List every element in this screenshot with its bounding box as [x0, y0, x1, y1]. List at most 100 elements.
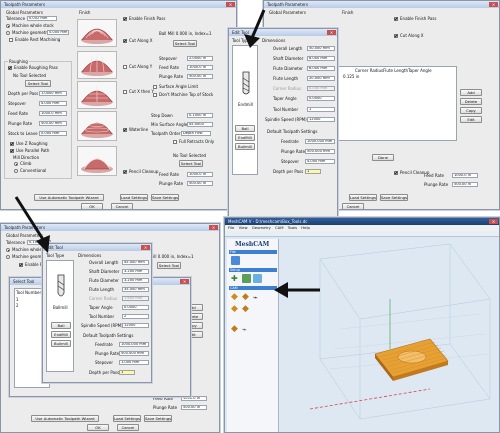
tool-number-field[interactable]: 2 — [122, 314, 149, 319]
stepover-field[interactable]: 4.000 mm — [305, 159, 335, 164]
plunge-rate-f-field[interactable]: 500.00 in — [187, 74, 213, 79]
stepover-field[interactable]: 1.000 mm — [119, 360, 149, 365]
endmill-button[interactable]: EndMill — [235, 134, 255, 141]
setup-icon-1[interactable]: ✚ — [231, 274, 240, 283]
stepover-field[interactable]: 4.000 mm — [39, 101, 67, 106]
machine-whole-stock-radio[interactable] — [6, 248, 10, 252]
flute-diameter-field[interactable]: 3.200 mm — [122, 278, 149, 283]
menu-tools[interactable]: Tools — [288, 225, 297, 230]
depth-per-pass-field[interactable]: 1.0000 mm — [39, 91, 67, 96]
menu-help[interactable]: Help — [301, 225, 310, 230]
taper-angle-field[interactable]: 0.0000 — [122, 305, 149, 310]
step-down-field[interactable]: 0.1000 in — [187, 113, 213, 118]
surface-angle-checkbox[interactable] — [153, 85, 157, 89]
enable-finish-checkbox[interactable] — [123, 17, 127, 21]
taper-angle-field[interactable]: 0.0000 — [307, 96, 335, 101]
overall-length-field[interactable]: 50.000 mm — [307, 46, 335, 51]
climb-radio[interactable] — [14, 162, 18, 166]
stepover-f-field[interactable]: 2.0000 in — [187, 56, 213, 61]
cam-icon-6[interactable]: ◆ — [231, 325, 240, 334]
enable-rest-checkbox[interactable] — [9, 38, 13, 42]
cut-along-y-checkbox[interactable] — [123, 65, 127, 69]
menu-view[interactable]: View — [239, 225, 248, 230]
pencil-cleanup-checkbox[interactable] — [394, 171, 398, 175]
feed-rate-field[interactable]: 1000.0 mm — [39, 111, 67, 116]
stock-to-leave-field[interactable]: 0.000 mm — [39, 131, 67, 136]
load-settings-button[interactable]: Load Settings — [113, 415, 141, 422]
machine-geometry-field[interactable]: 0.000 mm — [47, 30, 69, 35]
use-z-roughing-checkbox[interactable] — [10, 142, 14, 146]
load-settings-button[interactable]: Load Settings — [120, 194, 148, 201]
ok-button[interactable]: OK — [81, 203, 103, 209]
cam-icon-5[interactable]: ◆ — [242, 305, 251, 314]
close-icon[interactable]: ✕ — [226, 2, 235, 7]
tool-number-field[interactable]: 1 — [307, 107, 335, 112]
enable-roughing-checkbox[interactable] — [8, 66, 12, 70]
finish-select-tool-button[interactable]: Select Tool — [173, 40, 197, 47]
feed-rate-p-field[interactable]: 1000.0 in — [187, 172, 213, 177]
save-settings-button[interactable]: Save Settings — [144, 415, 172, 422]
feed-rate-f-field[interactable]: 1000.0 in — [187, 65, 213, 70]
machine-whole-stock-radio[interactable] — [6, 24, 10, 28]
save-settings-button[interactable]: Save Settings — [151, 194, 179, 201]
plunge-rate-field[interactable]: 500.000 mm — [305, 149, 335, 154]
table-row[interactable]: 1 — [16, 297, 19, 302]
depth-per-pass-field[interactable]: 1 — [305, 169, 321, 174]
plunge-rate-p-field[interactable]: 500.00 in — [187, 181, 213, 186]
cancel-button[interactable]: Cancel — [111, 203, 133, 209]
select-tool-button[interactable]: Select Tool — [157, 262, 181, 269]
plunge-rate-field[interactable]: 500.00 in — [452, 182, 478, 187]
copy-button[interactable]: Copy — [460, 107, 482, 114]
spindle-speed-field[interactable]: 12000 — [122, 323, 149, 328]
add-button[interactable]: Add — [460, 89, 482, 96]
close-icon[interactable]: ✕ — [180, 279, 189, 284]
cam-icon-4[interactable]: ◆ — [231, 305, 240, 314]
plunge-rate-field[interactable]: 500.00 mm — [39, 121, 67, 126]
corner-radius-field[interactable]: 1.600 mm — [122, 296, 149, 301]
waterline-checkbox[interactable] — [123, 128, 127, 132]
endmill-button[interactable]: EndMill — [51, 331, 71, 338]
shaft-diameter-field[interactable]: 3.200 mm — [122, 269, 149, 274]
open-icon[interactable] — [231, 256, 240, 265]
min-surface-angle-field[interactable]: 45.0000 — [187, 122, 213, 127]
corner-radius-field[interactable]: 0.000 mm — [307, 86, 335, 91]
ball-button[interactable]: Ball — [235, 125, 255, 132]
cam-icon-7[interactable]: ⌁ — [242, 325, 251, 334]
flute-length-field[interactable]: 20.000 mm — [307, 76, 335, 81]
machine-geometry-radio[interactable] — [6, 255, 10, 259]
cancel-button[interactable]: Cancel — [117, 424, 139, 431]
setup-icon-2[interactable] — [242, 274, 251, 283]
full-retracts-checkbox[interactable] — [173, 140, 177, 144]
cut-along-x-checkbox[interactable] — [123, 39, 127, 43]
depth-per-pass-field[interactable]: 1 — [119, 370, 135, 375]
ball-button[interactable]: Ball — [51, 322, 71, 329]
feedrate-field[interactable]: 1000.000 mm — [305, 139, 335, 144]
plunge-rate-field[interactable]: 500.00 in — [181, 405, 207, 410]
automatic-wizard-button[interactable]: Use Automatic Toolpath Wizard — [31, 415, 99, 422]
menu-geometry[interactable]: Geometry — [252, 225, 271, 230]
toolpath-icon[interactable]: ⌁ — [253, 293, 262, 302]
menu-file[interactable]: File — [228, 225, 234, 230]
feed-rate-field[interactable]: 1000.0 in — [452, 173, 478, 178]
table-row[interactable]: 2 — [16, 303, 19, 308]
flute-length-field[interactable]: 35.000 mm — [122, 287, 149, 292]
close-icon[interactable]: ✕ — [489, 219, 498, 224]
roughing-select-tool-button[interactable]: Select Tool — [25, 80, 51, 87]
enable-finish-checkbox[interactable] — [19, 263, 23, 267]
close-icon[interactable]: ✕ — [489, 2, 498, 7]
close-icon[interactable]: ✕ — [141, 245, 150, 250]
shaft-diameter-field[interactable]: 6.000 mm — [307, 56, 335, 61]
done-button[interactable]: Done — [372, 154, 394, 161]
close-icon[interactable]: ✕ — [327, 30, 336, 35]
feedrate-field[interactable]: 1000.000 mm — [119, 342, 149, 347]
delete-button[interactable]: Delete — [460, 98, 482, 105]
machine-geometry-radio[interactable] — [6, 31, 10, 35]
setup-icon-3[interactable] — [253, 274, 262, 283]
toolpath-order-select[interactable]: Depth First — [181, 131, 211, 136]
save-settings-button[interactable]: Save Settings — [380, 194, 408, 201]
cam-icon-2[interactable]: ◆ — [242, 293, 251, 302]
cancel-button[interactable]: Cancel — [342, 203, 364, 209]
edit-button[interactable]: Edit — [460, 116, 482, 123]
enable-finish-checkbox[interactable] — [394, 17, 398, 21]
bullmill-button[interactable]: Bullmill — [235, 143, 255, 150]
